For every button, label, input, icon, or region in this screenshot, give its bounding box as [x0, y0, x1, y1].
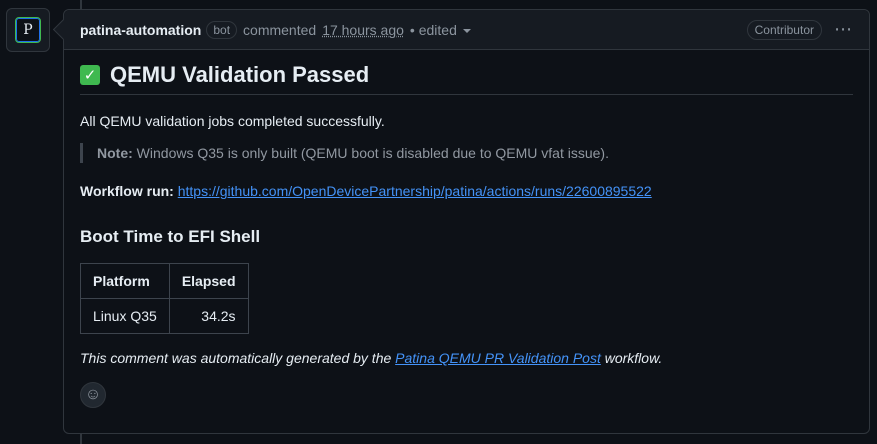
bot-badge: bot — [206, 20, 238, 39]
triangle-down-icon — [462, 28, 471, 33]
table-cell-elapsed: 34.2s — [168, 298, 249, 334]
boot-time-table: Platform Elapsed Linux Q35 34.2s — [80, 263, 249, 334]
smiley-icon[interactable]: ☺ — [80, 382, 106, 408]
comment-action: commented — [243, 21, 317, 38]
white-check-mark-icon: ✓ — [80, 65, 100, 85]
workflow-link[interactable]: Patina QEMU PR Validation Post — [395, 350, 601, 366]
table-header-elapsed: Elapsed — [168, 263, 249, 299]
timestamp-link[interactable]: 17 hours ago — [322, 22, 404, 38]
note-text: Windows Q35 is only built (QEMU boot is … — [132, 145, 609, 161]
comment-header: patina-automation bot commented 17 hours… — [64, 10, 869, 50]
footer-note: This comment was automatically generated… — [80, 350, 853, 366]
workflow-label: Workflow run: — [80, 183, 174, 199]
intro-text: All QEMU validation jobs completed succe… — [80, 113, 385, 129]
title-text: QEMU Validation Passed — [110, 62, 370, 87]
section-title: Boot Time to EFI Shell — [80, 227, 261, 246]
workflow-run-link[interactable]: https://github.com/OpenDevicePartnership… — [178, 183, 652, 199]
contributor-badge: Contributor — [746, 19, 822, 40]
footer-suffix: workflow. — [600, 350, 663, 366]
workflow-run: Workflow run: https://github.com/OpenDev… — [80, 183, 853, 199]
avatar[interactable]: P — [6, 8, 50, 52]
author-link[interactable]: patina-automation — [80, 22, 201, 38]
table-header-row: Platform Elapsed — [80, 263, 249, 299]
note-blockquote: Note: Windows Q35 is only built (QEMU bo… — [80, 143, 853, 163]
avatar-letter: P — [15, 17, 41, 43]
table-cell-platform: Linux Q35 — [80, 298, 170, 334]
edited-label: • edited — [409, 21, 457, 38]
footer-prefix: This comment was automatically generated… — [80, 350, 396, 366]
edited-menu[interactable]: • edited — [410, 22, 471, 38]
table-header-platform: Platform — [80, 263, 170, 299]
comment-body: ✓ QEMU Validation Passed All QEMU valida… — [80, 62, 853, 408]
kebab-horizontal-icon[interactable]: ⋯ — [834, 19, 853, 40]
comment-title: ✓ QEMU Validation Passed — [80, 62, 853, 95]
comment-box: patina-automation bot commented 17 hours… — [63, 9, 870, 434]
note-label: Note: — [97, 145, 133, 161]
table-row: Linux Q35 34.2s — [80, 298, 249, 334]
